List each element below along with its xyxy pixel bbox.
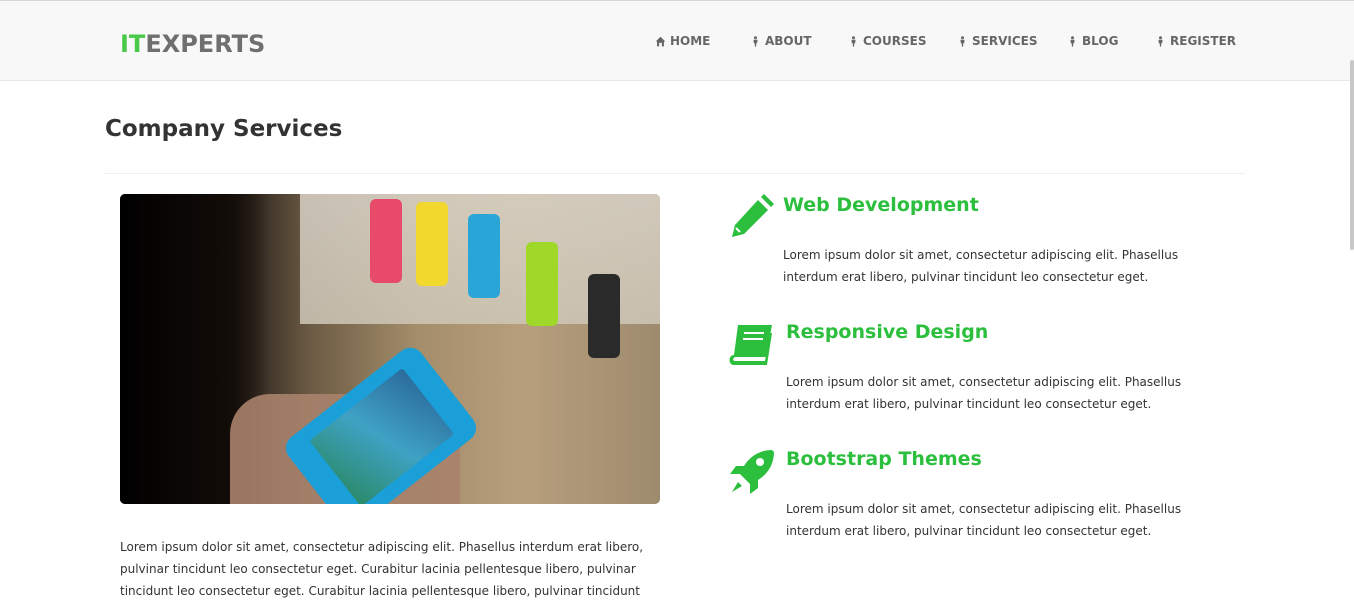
nav-item-services[interactable]: SERVICES bbox=[957, 34, 1037, 48]
photo-case bbox=[526, 242, 558, 326]
nav-item-label: REGISTER bbox=[1170, 34, 1237, 48]
nav-item-label: ABOUT bbox=[765, 34, 812, 48]
nav-item-label: COURSES bbox=[863, 34, 927, 48]
nav-item-label: BLOG bbox=[1082, 34, 1119, 48]
brand-prefix: IT bbox=[120, 30, 146, 58]
services-photo bbox=[120, 194, 660, 504]
service-title: Responsive Design bbox=[786, 321, 989, 343]
person-icon bbox=[960, 35, 965, 47]
divider bbox=[105, 173, 1245, 174]
body-paragraph: Lorem ipsum dolor sit amet, consectetur … bbox=[120, 540, 644, 598]
person-icon bbox=[1158, 35, 1163, 47]
home-icon bbox=[655, 36, 666, 46]
service-description: Lorem ipsum dolor sit amet, consectetur … bbox=[786, 375, 1182, 411]
pencil-icon bbox=[728, 194, 776, 242]
rocket-icon bbox=[728, 448, 776, 496]
nav-item-about[interactable]: ABOUT bbox=[750, 34, 812, 48]
service-title: Bootstrap Themes bbox=[786, 448, 982, 470]
photo-case bbox=[370, 199, 402, 283]
person-icon bbox=[753, 35, 758, 47]
brand-logo[interactable]: ITEXPERTS bbox=[120, 30, 265, 58]
brand-suffix: EXPERTS bbox=[145, 30, 266, 58]
nav-item-label: HOME bbox=[670, 34, 711, 48]
nav-item-home[interactable]: HOME bbox=[655, 34, 710, 48]
service-description: Lorem ipsum dolor sit amet, consectetur … bbox=[783, 248, 1179, 284]
book-icon bbox=[728, 321, 776, 369]
service-title: Web Development bbox=[783, 194, 979, 216]
person-icon bbox=[851, 35, 856, 47]
photo-case bbox=[588, 274, 620, 358]
nav-item-register[interactable]: REGISTER bbox=[1155, 34, 1236, 48]
service-description: Lorem ipsum dolor sit amet, consectetur … bbox=[786, 502, 1182, 538]
photo-case bbox=[416, 202, 448, 286]
navbar: ITEXPERTS HOME ABOUT COURSES SERVICES BL… bbox=[0, 0, 1354, 81]
nav-item-label: SERVICES bbox=[972, 34, 1038, 48]
page-scrollbar[interactable] bbox=[1350, 60, 1354, 250]
nav-item-blog[interactable]: BLOG bbox=[1067, 34, 1118, 48]
photo-case bbox=[468, 214, 500, 298]
person-icon bbox=[1070, 35, 1075, 47]
nav-item-courses[interactable]: COURSES bbox=[848, 34, 926, 48]
page-title: Company Services bbox=[105, 116, 343, 142]
